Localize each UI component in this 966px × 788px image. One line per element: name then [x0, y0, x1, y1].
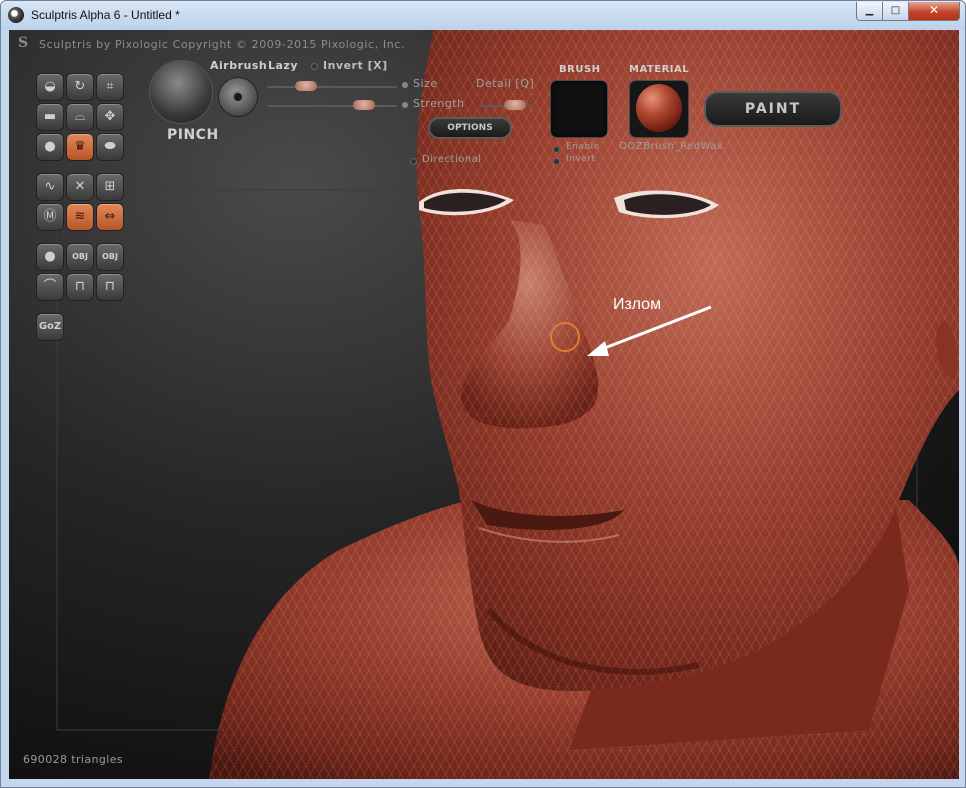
triangle-count: 690028 triangles [23, 753, 124, 766]
lazy-label[interactable]: Lazy [268, 59, 298, 72]
goz-button[interactable]: GoZ [36, 313, 64, 341]
detail-label: Detail [Q] [476, 77, 535, 90]
grid-toggle-icon[interactable]: ⊞ [96, 173, 124, 201]
new-sphere-icon[interactable]: ● [36, 243, 64, 271]
crease-tool-icon[interactable]: ∿ [36, 173, 64, 201]
pinch-tool-icon[interactable]: ♛ [66, 133, 94, 161]
app-icon [8, 7, 24, 23]
logo-icon: S [18, 35, 29, 51]
minimize-button[interactable]: ▁ [856, 2, 883, 21]
strength-radio[interactable] [402, 102, 408, 108]
save-file-icon[interactable]: ⊓ [96, 273, 124, 301]
paint-button[interactable]: PAINT [704, 91, 842, 127]
brush-enable-radio[interactable] [553, 146, 560, 153]
invert-label[interactable]: Invert [X] [323, 59, 388, 72]
brush-swatch[interactable] [550, 80, 608, 138]
size-slider[interactable] [267, 86, 397, 88]
inflate-tool-icon[interactable]: ⌓ [66, 103, 94, 131]
airbrush-label[interactable]: Airbrush [210, 59, 267, 72]
grab-tool-icon[interactable]: ● [36, 133, 64, 161]
pinch-brush-icon[interactable] [149, 60, 213, 124]
draw-tool-icon[interactable]: ◒ [36, 73, 64, 101]
window-title: Sculptris Alpha 6 - Untitled * [31, 8, 180, 22]
options-button[interactable]: OPTIONS [428, 117, 512, 139]
strength-slider[interactable] [267, 105, 397, 107]
strength-slider-thumb[interactable] [353, 100, 375, 110]
brush-invert-label: Invert [566, 154, 596, 164]
rotate-icon[interactable]: ↻ [66, 73, 94, 101]
material-label: MATERIAL [629, 64, 690, 75]
new-plane-icon[interactable]: ⌒ [36, 273, 64, 301]
size-radio[interactable] [402, 82, 408, 88]
directional-radio[interactable] [410, 158, 417, 165]
mesh-render[interactable] [9, 30, 959, 779]
import-obj-icon[interactable]: OBJ [66, 243, 94, 271]
close-button[interactable]: ✕ [908, 2, 960, 21]
wireframe-toggle-icon[interactable]: ✕ [66, 173, 94, 201]
symmetry-icon[interactable]: ⇔ [96, 203, 124, 231]
title-bar[interactable]: Sculptris Alpha 6 - Untitled * ▁ □ ✕ [1, 1, 965, 30]
mask-tool-icon[interactable]: Ⓜ [36, 203, 64, 231]
brush-label: BRUSH [559, 64, 601, 75]
move-icon[interactable]: ✥ [96, 103, 124, 131]
brush-invert-radio[interactable] [553, 158, 560, 165]
open-file-icon[interactable]: ⊓ [66, 273, 94, 301]
detail-slider-thumb[interactable] [504, 100, 526, 110]
airbrush-knob[interactable] [218, 77, 258, 117]
invert-radio[interactable] [311, 63, 318, 70]
size-slider-thumb[interactable] [295, 81, 317, 91]
directional-label: Directional [422, 154, 482, 165]
material-swatch[interactable] [629, 80, 689, 138]
annotation-label: Излом [613, 296, 662, 313]
size-label: Size [413, 77, 438, 90]
material-name: OOZBrush_RedWax [619, 141, 724, 152]
maximize-button[interactable]: □ [882, 2, 909, 21]
smooth-tool-icon[interactable]: ⬬ [96, 133, 124, 161]
material-ball [636, 84, 682, 132]
flatten-tool-icon[interactable]: ▬ [36, 103, 64, 131]
app-window: Sculptris Alpha 6 - Untitled * ▁ □ ✕ S S… [0, 0, 966, 788]
strength-label: Strength [413, 97, 465, 110]
tool-name-label: PINCH [167, 127, 219, 143]
crop-icon[interactable]: ⌗ [96, 73, 124, 101]
sculpt-viewport[interactable]: S Sculptris by Pixologic Copyright © 200… [9, 30, 959, 779]
export-obj-icon[interactable]: OBJ [96, 243, 124, 271]
copyright-header: Sculptris by Pixologic Copyright © 2009-… [39, 38, 406, 51]
brush-enable-label: Enable [566, 142, 600, 152]
symmetry-wave-icon[interactable]: ≋ [66, 203, 94, 231]
